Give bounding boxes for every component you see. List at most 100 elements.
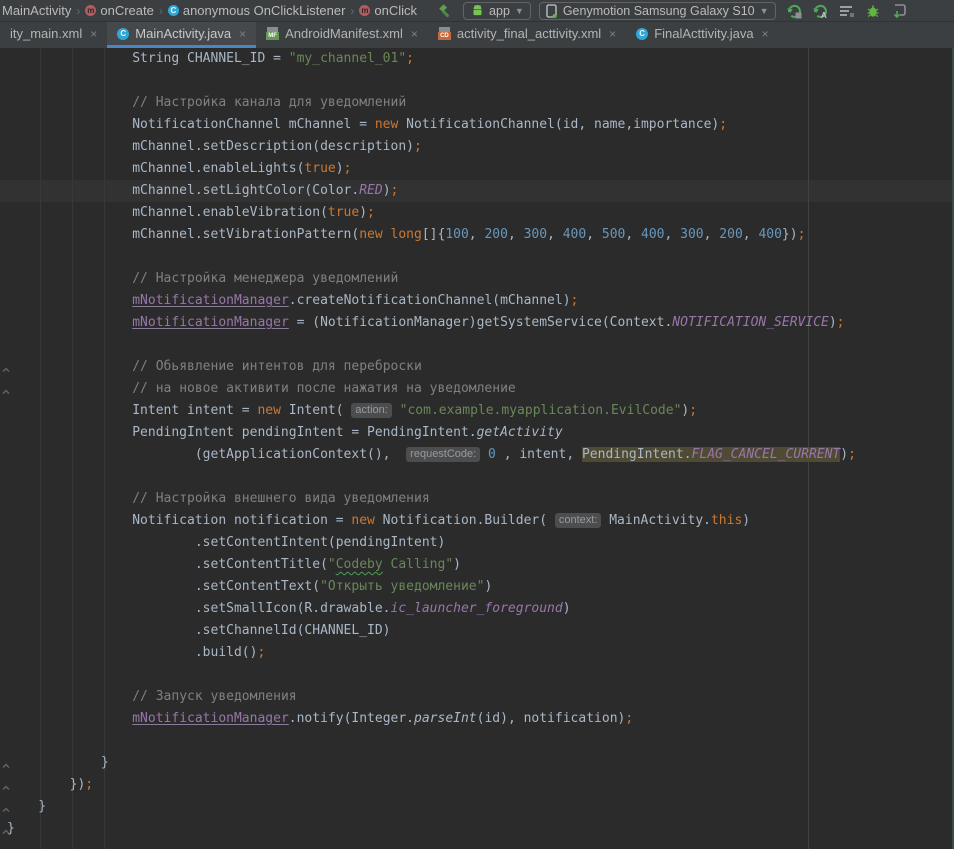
apply-code-changes-icon[interactable]: A: [810, 2, 832, 20]
breadcrumb-item[interactable]: MainActivity: [0, 3, 73, 18]
code-token: ,: [586, 227, 602, 242]
code-token: ,: [743, 227, 759, 242]
code-token: 200: [484, 227, 507, 242]
profiler-icon[interactable]: [836, 2, 858, 20]
code-token: ;: [625, 711, 633, 726]
code-token: .setContentTitle(: [7, 557, 328, 572]
code-token: new: [375, 117, 398, 132]
code-token: ): [383, 183, 391, 198]
code-line: mChannel.setLightColor(Color.RED);: [7, 180, 954, 202]
code-line: .setContentText("Открыть уведомление"): [7, 576, 954, 598]
code-token: [7, 359, 132, 374]
code-token: (id), notification): [477, 711, 626, 726]
tab-label: AndroidManifest.xml: [285, 26, 403, 41]
manifest-file-icon: MF: [266, 27, 279, 40]
code-area: String CHANNEL_ID = "my_channel_01"; // …: [0, 48, 954, 840]
code-token: ;: [257, 645, 265, 660]
code-token: String CHANNEL_ID =: [7, 51, 289, 66]
code-token: [480, 447, 488, 462]
code-line: mChannel.enableLights(true);: [7, 158, 954, 180]
code-token: Notification notification =: [7, 513, 351, 528]
code-line: mNotificationManager = (NotificationMana…: [7, 312, 954, 334]
code-token: ): [563, 601, 571, 616]
code-token: ): [829, 315, 837, 330]
svg-text:A: A: [821, 11, 827, 19]
method-icon: m: [359, 5, 370, 16]
breadcrumb-item[interactable]: m onClick: [357, 3, 419, 18]
tab-close-icon[interactable]: ×: [411, 27, 418, 41]
java-class-icon: C: [117, 28, 129, 40]
code-line: [7, 730, 954, 752]
code-token: ): [742, 513, 750, 528]
code-token: [7, 315, 132, 330]
fold-marker-icon[interactable]: [1, 802, 11, 812]
code-token: [7, 711, 132, 726]
code-line: // Настройка канала для уведомлений: [7, 92, 954, 114]
tab-close-icon[interactable]: ×: [762, 27, 769, 41]
code-token: Intent(: [281, 403, 351, 418]
code-token: ;: [571, 293, 579, 308]
fold-marker-icon[interactable]: [1, 384, 11, 394]
code-token: 300: [680, 227, 703, 242]
code-token: mChannel.setDescription(description): [7, 139, 414, 154]
method-icon: m: [85, 5, 96, 16]
fold-marker-icon[interactable]: [1, 758, 11, 768]
code-line: .setContentIntent(pendingIntent): [7, 532, 954, 554]
code-token: FLAG_CANCEL_CURRENT: [692, 447, 841, 462]
debug-icon[interactable]: [862, 2, 884, 20]
breadcrumb-separator-icon: ›: [347, 4, 357, 18]
code-token: [7, 293, 132, 308]
tab-close-icon[interactable]: ×: [609, 27, 616, 41]
code-line: // на новое активити после нажатия на ув…: [7, 378, 954, 400]
code-token: // Настройка менеджера уведомлений: [132, 271, 398, 286]
module-select-label: app: [489, 4, 510, 18]
code-line: [7, 334, 954, 356]
code-line: [7, 246, 954, 268]
breadcrumb-label: onClick: [374, 3, 417, 18]
code-line: }: [7, 796, 954, 818]
tab-label: MainActivity.java: [135, 26, 231, 41]
parameter-hint: action:: [351, 403, 391, 418]
code-token: Intent intent =: [7, 403, 257, 418]
editor-tab[interactable]: ity_main.xml×: [0, 22, 107, 48]
editor-tab[interactable]: MF AndroidManifest.xml ×: [256, 22, 428, 48]
build-hammer-icon[interactable]: [433, 2, 455, 20]
editor-tab[interactable]: CFinalActtivity.java×: [626, 22, 778, 48]
code-line: [7, 466, 954, 488]
code-line: .build();: [7, 642, 954, 664]
code-token: 500: [602, 227, 625, 242]
layout-xml-file-icon: CD: [438, 27, 451, 40]
code-token: ): [484, 579, 492, 594]
breadcrumb-label: anonymous OnClickListener: [183, 3, 346, 18]
code-token: .createNotificationChannel(mChannel): [289, 293, 571, 308]
code-token: getActivity: [477, 425, 563, 440]
fold-marker-icon[interactable]: [1, 362, 11, 372]
code-token: ;: [391, 183, 399, 198]
code-token: 300: [524, 227, 547, 242]
code-token: [7, 381, 132, 396]
fold-marker-icon[interactable]: [1, 780, 11, 790]
device-select[interactable]: Genymotion Samsung Galaxy S10 ▼: [539, 2, 776, 20]
code-token: mChannel.enableLights(: [7, 161, 304, 176]
code-token: 400: [641, 227, 664, 242]
editor-tab[interactable]: CDactivity_final_acttivity.xml×: [428, 22, 626, 48]
breadcrumb-item[interactable]: monCreate: [83, 3, 155, 18]
code-line: }: [7, 752, 954, 774]
tab-close-icon[interactable]: ×: [90, 27, 97, 41]
fold-marker-icon[interactable]: [1, 824, 11, 834]
code-token: ): [359, 205, 367, 220]
code-editor[interactable]: String CHANNEL_ID = "my_channel_01"; // …: [0, 48, 954, 849]
code-token: = (NotificationManager)getSystemService(…: [289, 315, 673, 330]
breadcrumb: MainActivity›monCreate›Canonymous OnClic…: [0, 0, 419, 21]
code-token: }: [7, 799, 46, 814]
editor-tab[interactable]: C MainActivity.java ×: [107, 22, 256, 48]
code-token: PendingIntent.: [582, 447, 692, 462]
breadcrumb-item[interactable]: Canonymous OnClickListener: [166, 3, 348, 18]
attach-debugger-icon[interactable]: [888, 2, 910, 20]
code-token: long: [391, 227, 422, 242]
parameter-hint: requestCode:: [406, 447, 480, 462]
editor-tab-bar: ity_main.xml× C MainActivity.java × MF Androi…: [0, 22, 954, 48]
module-select[interactable]: app ▼: [463, 2, 531, 20]
tab-close-icon[interactable]: ×: [239, 27, 246, 41]
apply-changes-icon[interactable]: [784, 2, 806, 20]
